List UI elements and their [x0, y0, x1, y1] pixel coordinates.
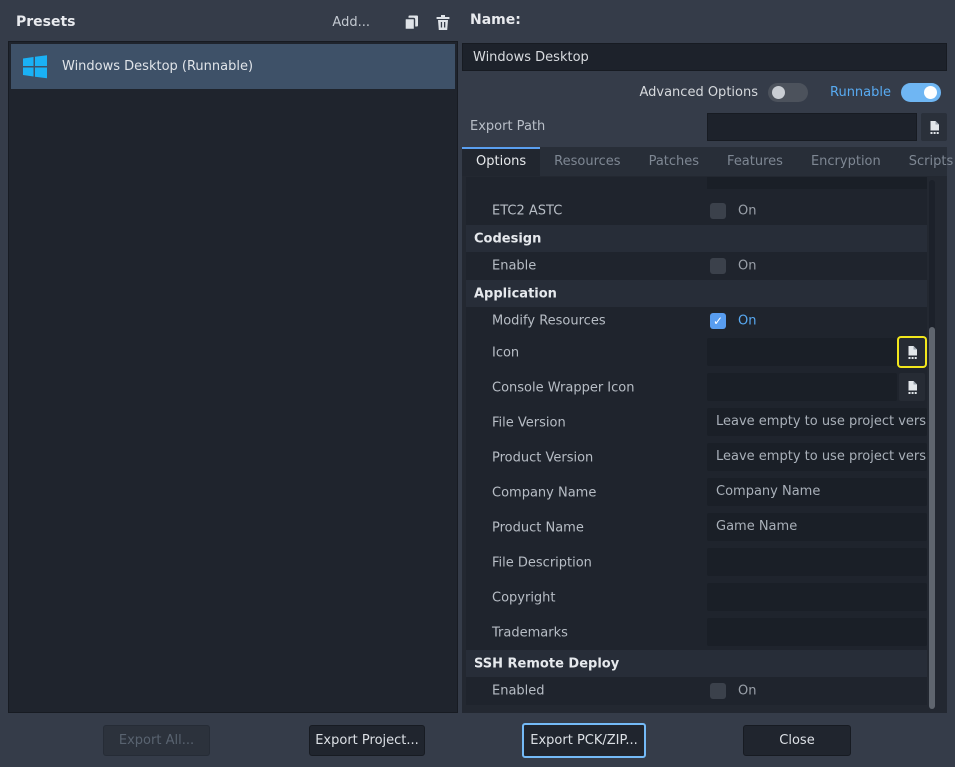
tab-resources[interactable]: Resources: [540, 147, 634, 176]
checkbox[interactable]: [710, 203, 726, 219]
toggle-knob: [772, 86, 785, 99]
option-label: Icon: [492, 345, 519, 360]
option-label: File Description: [492, 555, 592, 570]
tree-row: Console Wrapper Icon: [466, 370, 927, 405]
option-label: Trademarks: [492, 625, 568, 640]
category-label: SSH Remote Deploy: [474, 656, 619, 671]
option-label: Enable: [492, 259, 536, 274]
tree-row: ETC2 ASTC On: [466, 197, 927, 225]
presets-panel: Presets Add... Windows Desktop (Runna: [8, 0, 458, 713]
category-label: Codesign: [474, 231, 541, 246]
runnable-toggle[interactable]: [901, 83, 941, 102]
options-tabpanel: ETC2 ASTC On Codesign Enable On Application Mo…: [462, 176, 947, 713]
tree-row: Product Version Leave empty to use projec…: [466, 440, 927, 475]
tree-row: Enable On: [466, 252, 927, 280]
checkbox[interactable]: [710, 258, 726, 274]
option-label: Modify Resources: [492, 314, 606, 329]
preset-item-label: Windows Desktop (Runnable): [62, 59, 253, 74]
option-text-input[interactable]: [707, 548, 927, 576]
tree-row: File Description: [466, 545, 927, 580]
options-tree: ETC2 ASTC On Codesign Enable On Application Mo…: [466, 177, 927, 705]
export-pck-zip-button[interactable]: Export PCK/ZIP...: [522, 723, 646, 758]
runnable-label: Runnable: [830, 85, 891, 100]
option-label: Company Name: [492, 485, 596, 500]
option-text-input[interactable]: Leave empty to use project vers: [707, 443, 927, 471]
option-label: Console Wrapper Icon: [492, 380, 634, 395]
option-text-input[interactable]: [707, 373, 897, 401]
toggle-knob: [924, 86, 937, 99]
option-text-input[interactable]: [707, 583, 927, 611]
tree-category-row: SSH Remote Deploy: [466, 650, 927, 677]
tree-row: [466, 177, 927, 197]
tree-row: Modify Resources ✓ On: [466, 307, 927, 335]
scrollbar-track[interactable]: [929, 180, 935, 709]
option-text-input[interactable]: [707, 618, 927, 646]
preset-name-input[interactable]: Windows Desktop: [462, 43, 947, 71]
checkbox-state-label: On: [738, 684, 756, 699]
file-browse-button[interactable]: [899, 373, 925, 401]
close-button[interactable]: Close: [743, 725, 851, 756]
tree-row: Icon: [466, 335, 927, 370]
option-label: Enabled: [492, 684, 545, 699]
tree-row: Trademarks: [466, 615, 927, 650]
export-tabs: OptionsResourcesPatchesFeaturesEncryptio…: [462, 147, 947, 176]
export-all-button: Export All...: [103, 725, 210, 756]
tree-category-row: Application: [466, 280, 927, 307]
option-text-input[interactable]: [707, 338, 897, 366]
presets-header: Presets Add...: [16, 9, 454, 35]
checkbox[interactable]: [710, 683, 726, 699]
option-label: Product Version: [492, 450, 593, 465]
option-text-input[interactable]: Leave empty to use project vers: [707, 408, 927, 436]
trash-icon: [435, 14, 451, 31]
checkbox-state-label: On: [738, 204, 756, 219]
file-browse-icon: [927, 120, 942, 135]
partial-field: [707, 177, 927, 189]
tree-row: Enabled On: [466, 677, 927, 705]
presets-title: Presets: [16, 14, 76, 30]
checkbox-state-label: On: [738, 259, 756, 274]
option-label: ETC2 ASTC: [492, 204, 562, 219]
checkbox[interactable]: ✓: [710, 313, 726, 329]
tab-encryption[interactable]: Encryption: [797, 147, 895, 176]
option-text-input[interactable]: Company Name: [707, 478, 927, 506]
windows-logo-icon: [21, 53, 49, 81]
scrollbar-thumb[interactable]: [929, 327, 935, 709]
option-label: File Version: [492, 415, 566, 430]
advanced-options-label: Advanced Options: [639, 85, 758, 100]
name-label: Name:: [470, 12, 521, 28]
tab-patches[interactable]: Patches: [635, 147, 713, 176]
export-path-browse-button[interactable]: [921, 113, 947, 141]
category-label: Application: [474, 286, 557, 301]
duplicate-preset-button[interactable]: [400, 11, 422, 33]
option-label: Copyright: [492, 590, 556, 605]
tree-row: File Version Leave empty to use project v…: [466, 405, 927, 440]
tab-features[interactable]: Features: [713, 147, 797, 176]
preset-list[interactable]: Windows Desktop (Runnable): [8, 41, 458, 713]
tab-scripts[interactable]: Scripts: [895, 147, 955, 176]
delete-preset-button[interactable]: [432, 11, 454, 33]
tree-category-row: Codesign: [466, 225, 927, 252]
tree-row: Product Name Game Name: [466, 510, 927, 545]
export-path-input[interactable]: [707, 113, 917, 141]
tab-options[interactable]: Options: [462, 147, 540, 176]
tree-row: Company Name Company Name: [466, 475, 927, 510]
copy-icon: [403, 14, 420, 31]
add-preset-button[interactable]: Add...: [332, 15, 370, 30]
advanced-options-toggle[interactable]: [768, 83, 808, 102]
checkbox-state-label: On: [738, 314, 756, 329]
file-browse-button[interactable]: [899, 338, 925, 366]
toggles-row: Advanced Options Runnable: [639, 80, 941, 104]
option-text-input[interactable]: Game Name: [707, 513, 927, 541]
file-browse-icon: [905, 345, 920, 360]
tree-row: Copyright: [466, 580, 927, 615]
export-dialog: Presets Add... Windows Desktop (Runna: [0, 0, 955, 767]
export-path-label: Export Path: [470, 119, 545, 134]
preset-list-item[interactable]: Windows Desktop (Runnable): [11, 44, 455, 89]
file-browse-icon: [905, 380, 920, 395]
option-label: Product Name: [492, 520, 584, 535]
preset-settings-panel: Name: Windows Desktop Advanced Options R…: [462, 0, 947, 713]
export-project-button[interactable]: Export Project...: [309, 725, 425, 756]
